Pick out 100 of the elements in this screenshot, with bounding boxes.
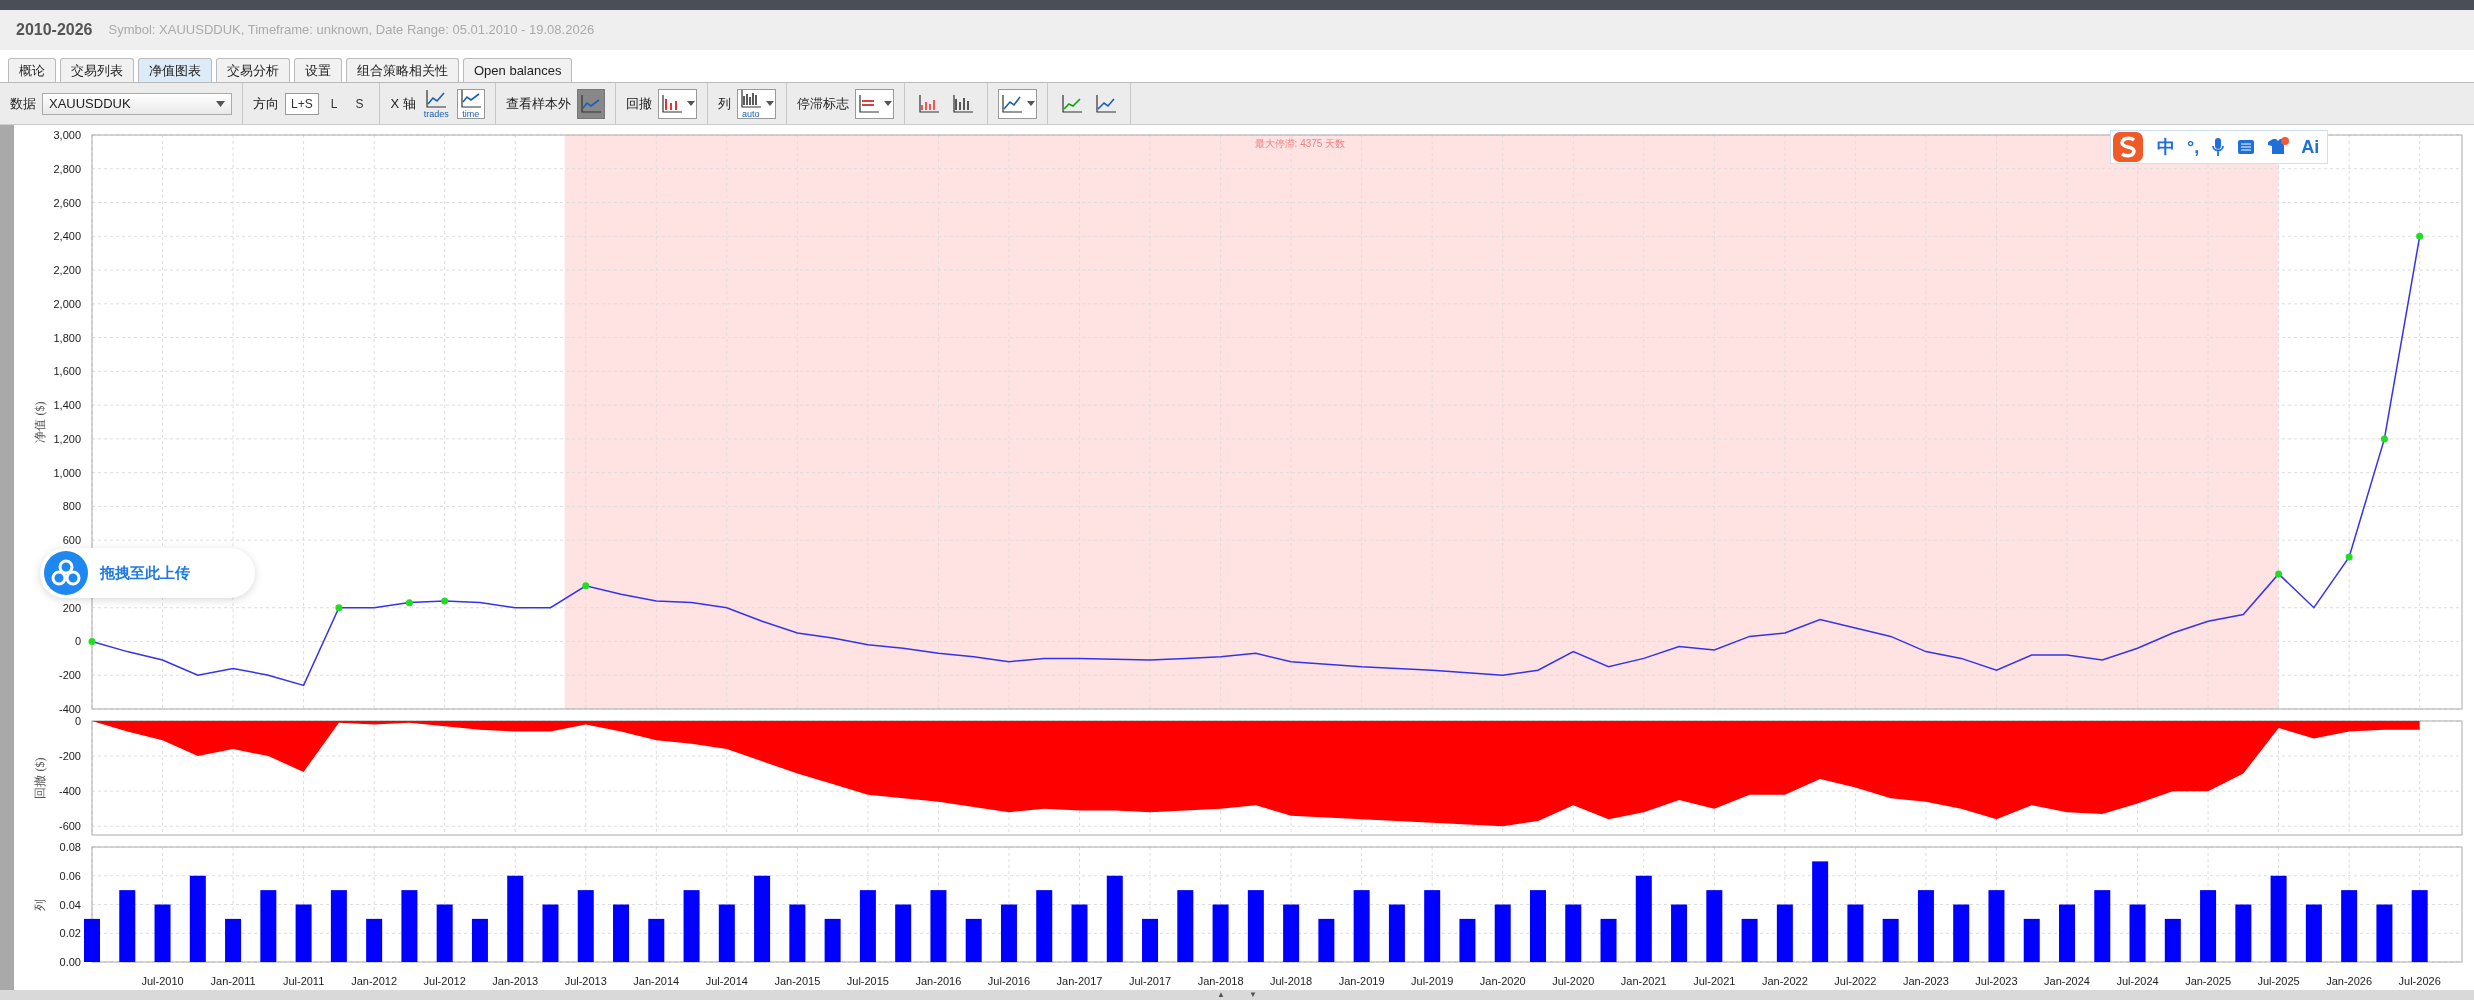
x-axis-label: Jan-2014 <box>633 975 680 987</box>
lot-bar <box>683 890 700 962</box>
tab[interactable]: 概论 <box>8 58 56 82</box>
lot-bar <box>2411 890 2428 962</box>
microphone-icon <box>2211 137 2226 157</box>
x-axis-label: Jul-2022 <box>1834 975 1877 987</box>
y-axis-label: 0.00 <box>59 956 81 968</box>
tab[interactable]: Open balances <box>463 58 573 82</box>
lot-bar <box>2164 918 2181 962</box>
lot-bar <box>1671 904 1688 962</box>
lot-bar <box>1565 904 1582 962</box>
shirt-icon <box>2267 137 2290 157</box>
new-high-marker <box>2345 553 2353 561</box>
chart-option-button[interactable] <box>854 88 894 119</box>
chart-icon <box>916 92 941 115</box>
toolbar-label: 列 <box>717 94 731 113</box>
new-high-marker <box>2275 570 2283 578</box>
y-axis-label: 1,800 <box>53 331 81 344</box>
x-axis-label: Jul-2015 <box>846 975 889 987</box>
caret-icon <box>1026 101 1035 106</box>
lot-bar <box>1353 890 1370 962</box>
window-title: 2010-2026 <box>16 20 93 40</box>
lot-bar <box>1318 918 1335 962</box>
chart-option-button[interactable]: auto <box>736 88 776 119</box>
x-axis-label: Jan-2013 <box>492 975 539 987</box>
caret-icon <box>883 101 892 106</box>
chart-option-button[interactable] <box>657 88 697 119</box>
lot-bar <box>718 904 735 962</box>
tab[interactable]: 组合策略相关性 <box>346 58 459 82</box>
chart-icon <box>1093 92 1118 115</box>
lot-bar <box>824 918 841 962</box>
lot-bar <box>2376 904 2393 962</box>
lot-bar <box>542 904 559 962</box>
y-axis-title: 净值 ($) <box>33 401 47 443</box>
ime-item[interactable]: Ai <box>2301 133 2320 161</box>
splitter-arrow[interactable]: ▼ <box>1249 990 1257 1000</box>
tab[interactable]: 交易分析 <box>216 58 290 82</box>
lot-bar <box>1741 918 1758 962</box>
lot-bar <box>895 904 912 962</box>
y-axis-label: 2,000 <box>53 297 81 310</box>
x-axis-label: Jul-2025 <box>2257 975 2300 987</box>
chart-icon <box>424 88 449 110</box>
tab[interactable]: 设置 <box>294 58 342 82</box>
y-axis-label: 2,600 <box>53 196 81 209</box>
chart-option-button[interactable]: trades <box>421 88 451 119</box>
ime-item[interactable]: °, <box>2187 133 2200 161</box>
caret-icon <box>216 100 225 107</box>
x-axis-label: Jul-2016 <box>987 975 1031 987</box>
direction-toggle[interactable]: S <box>349 92 370 115</box>
x-axis-label: Jan-2015 <box>774 975 821 987</box>
cloud-icon <box>44 551 88 595</box>
lot-bar <box>2129 904 2146 962</box>
new-high-marker <box>405 599 413 607</box>
x-axis-label: Jan-2012 <box>351 975 398 987</box>
ime-item[interactable]: 中 <box>2157 133 2175 161</box>
data-select[interactable]: XAUUSDDUK <box>42 92 232 115</box>
lot-bar <box>577 890 594 962</box>
lot-bar <box>1917 890 1934 962</box>
chart-option-button[interactable]: time <box>456 88 485 119</box>
lot-bar <box>84 918 100 962</box>
lot-bar <box>789 904 806 962</box>
x-axis-label: Jul-2018 <box>1270 975 1313 987</box>
y-axis-label: 0 <box>74 717 81 727</box>
direction-toggle[interactable]: L+S <box>285 92 319 115</box>
lot-bar <box>1142 918 1159 962</box>
chart-icon <box>578 92 603 115</box>
side-handle[interactable] <box>0 125 14 990</box>
new-high-marker <box>582 582 590 590</box>
lot-bar <box>154 904 171 962</box>
y-axis-label: 600 <box>62 534 81 547</box>
x-axis-label: Jul-2024 <box>2116 975 2159 987</box>
new-high-marker <box>441 597 449 605</box>
lot-bar <box>225 918 242 962</box>
lot-bar <box>2094 890 2111 962</box>
lot-bar <box>330 890 347 962</box>
tab[interactable]: 交易列表 <box>60 58 134 82</box>
lot-bar <box>1177 890 1194 962</box>
y-axis-label: -400 <box>58 785 81 798</box>
lot-bar <box>119 890 136 962</box>
x-axis-label: Jan-2023 <box>1903 975 1949 987</box>
lot-bar <box>2059 904 2075 962</box>
lot-bar <box>1247 890 1264 962</box>
lot-bar <box>1776 904 1793 962</box>
lot-bar <box>930 890 947 962</box>
tab[interactable]: 净值图表 <box>138 58 212 82</box>
lot-bar <box>1071 904 1088 962</box>
x-axis-label: Jan-2018 <box>1197 975 1244 987</box>
direction-toggle[interactable]: L <box>324 92 344 115</box>
y-axis-label: -600 <box>58 820 81 833</box>
x-axis-label: Jan-2019 <box>1338 975 1385 987</box>
chart-option-button[interactable] <box>997 88 1037 119</box>
splitter-arrow[interactable]: ▲ <box>1217 990 1225 1000</box>
lot-bar <box>401 890 418 962</box>
toolbar-label: 数据 <box>10 94 36 113</box>
x-axis-label: Jul-2012 <box>423 975 466 987</box>
lot-bar <box>260 890 277 962</box>
x-axis-label: Jan-2017 <box>1056 975 1103 987</box>
upload-widget[interactable]: 拖拽至此上传 <box>40 548 255 598</box>
y-axis-label: -200 <box>58 750 81 763</box>
stagnation-label: 最大停滞: 4375 天数 <box>1254 138 1346 149</box>
